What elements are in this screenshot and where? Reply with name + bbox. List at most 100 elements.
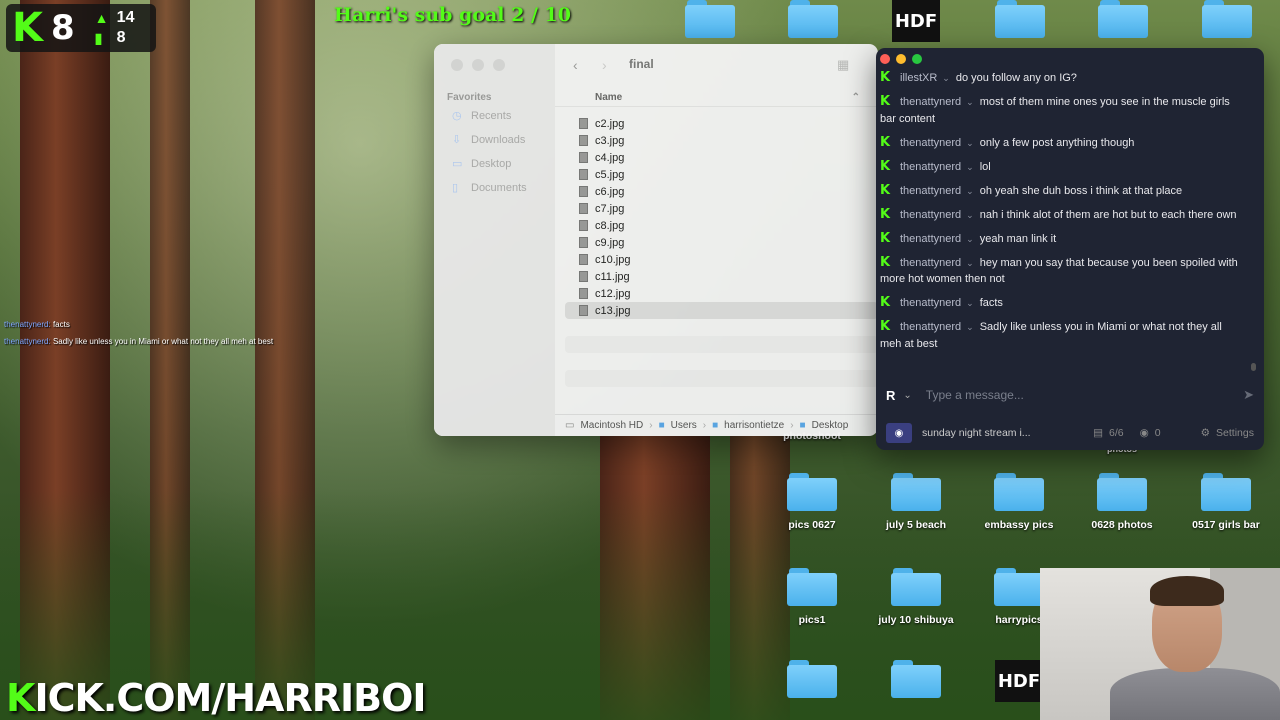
path-item[interactable]: harrisontietze — [724, 420, 784, 431]
chat-username[interactable]: thenattynerd — [900, 96, 961, 108]
file-row[interactable]: c3.jpg — [565, 132, 878, 149]
path-item[interactable]: Desktop — [812, 420, 849, 431]
chat-message: Kthenattynerd ⌄ most of them mine ones you… — [880, 94, 1230, 125]
chat-message: Kthenattynerd ⌄ lol — [880, 158, 991, 174]
sidebar-item-documents[interactable]: ▯ Documents — [452, 181, 527, 195]
desktop-folder-july-5-beach[interactable]: july 5 beach — [866, 473, 966, 531]
desktop-folder[interactable] — [1073, 0, 1173, 46]
folder-icon — [995, 0, 1045, 38]
file-row[interactable]: c6.jpg — [565, 183, 878, 200]
chat-username[interactable]: thenattynerd — [900, 297, 961, 309]
kick-badge-icon: K — [880, 182, 891, 198]
kick-channel-url: K ICK.COM/HARRIBOI — [6, 676, 427, 720]
image-thumbnail-icon — [579, 169, 588, 180]
chat-username[interactable]: thenattynerd — [900, 257, 961, 269]
back-arrow-icon[interactable]: ‹ — [573, 57, 578, 73]
file-row[interactable]: c7.jpg — [565, 200, 878, 217]
chevron-down-icon: ⌄ — [966, 209, 974, 220]
chevron-down-icon: ⌄ — [966, 233, 974, 244]
grid-view-icon[interactable]: ▦ — [837, 57, 849, 73]
path-item[interactable]: Users — [671, 420, 697, 431]
folder-icon — [994, 568, 1044, 606]
minimize-button[interactable] — [896, 54, 906, 64]
chat-username[interactable]: thenattynerd — [900, 233, 961, 245]
stream-title[interactable]: sunday night stream i... — [922, 427, 1031, 439]
sidebar-item-recents[interactable]: ◷ Recents — [452, 109, 511, 123]
folder-icon — [1202, 0, 1252, 38]
desktop-folder-embassy-pics[interactable]: embassy pics — [969, 473, 1069, 531]
desktop-folder-july-10-shibuya[interactable]: july 10 shibuya — [866, 568, 966, 626]
user-avatar[interactable]: R — [886, 388, 895, 403]
kick-chat-window[interactable]: KillestXR ⌄ do you follow any on IG? Kthen… — [876, 48, 1264, 450]
chat-message: Kthenattynerd ⌄ yeah man link it — [880, 230, 1057, 246]
desktop-folder[interactable] — [1177, 0, 1277, 46]
window-controls[interactable] — [880, 54, 922, 64]
column-header-name[interactable]: Name ⌃ — [555, 90, 878, 107]
file-row[interactable]: c5.jpg — [565, 166, 878, 183]
sort-chevron-icon[interactable]: ⌃ — [852, 90, 860, 106]
gear-icon: ⚙ — [1200, 427, 1211, 439]
file-row[interactable]: c11.jpg — [565, 268, 878, 285]
chat-message-input[interactable] — [925, 388, 1244, 402]
folder-icon — [891, 568, 941, 606]
chat-username[interactable]: thenattynerd — [900, 321, 961, 333]
bar-chart-icon: ▮ — [94, 29, 103, 46]
send-icon[interactable]: ➤ — [1243, 387, 1254, 403]
desktop-folder-0628-photos[interactable]: 0628 photos — [1072, 473, 1172, 531]
desktop-folder-pics-0627[interactable]: pics 0627 — [762, 473, 862, 531]
file-row[interactable]: c10.jpg — [565, 251, 878, 268]
chat-username[interactable]: thenattynerd — [900, 185, 961, 197]
download-icon: ⇩ — [452, 134, 462, 146]
file-row-selected[interactable]: c13.jpg — [565, 302, 878, 319]
overlay-chat-line: thenattynerd: facts — [4, 320, 70, 329]
file-row[interactable]: c4.jpg — [565, 149, 878, 166]
chat-username[interactable]: thenattynerd — [900, 137, 961, 149]
hdf-file-icon[interactable]: HDF — [892, 0, 940, 42]
kick-badge-icon: K — [880, 206, 891, 222]
folder-icon: ■ — [799, 420, 806, 431]
path-item[interactable]: Macintosh HD — [580, 420, 643, 431]
chevron-down-icon[interactable]: ⌄ — [903, 390, 911, 401]
desktop-folder[interactable] — [970, 0, 1070, 46]
kick-badge-icon: K — [880, 295, 891, 310]
chevron-down-icon: ⌄ — [966, 257, 974, 268]
finder-folder-title: final — [629, 57, 654, 71]
follower-count: 8 — [51, 8, 75, 48]
file-row[interactable]: c12.jpg — [565, 285, 878, 302]
desktop-folder[interactable] — [866, 660, 966, 706]
file-row[interactable]: c8.jpg — [565, 217, 878, 234]
kick-badge-icon: K — [880, 94, 891, 109]
sidebar-item-downloads[interactable]: ⇩ Downloads — [452, 133, 525, 147]
chat-username[interactable]: thenattynerd — [900, 209, 961, 221]
forward-arrow-icon[interactable]: › — [602, 57, 607, 73]
settings-button[interactable]: ⚙ Settings — [1201, 427, 1254, 439]
close-button[interactable] — [880, 54, 890, 64]
zoom-button[interactable] — [493, 59, 505, 71]
zoom-button[interactable] — [912, 54, 922, 64]
desktop-folder-pics1[interactable]: pics1 — [762, 568, 862, 626]
hdf-file-icon[interactable]: HDF — [995, 660, 1043, 702]
chat-input-bar: R ⌄ ➤ — [876, 376, 1264, 414]
desktop-folder[interactable] — [763, 0, 863, 46]
file-row[interactable]: c2.jpg — [565, 115, 878, 132]
close-button[interactable] — [451, 59, 463, 71]
image-thumbnail-icon — [579, 237, 588, 248]
desktop-folder[interactable] — [762, 660, 862, 706]
desktop-folder-0517-girls-bar[interactable]: 0517 girls bar — [1176, 473, 1276, 531]
desktop-folder[interactable] — [660, 0, 760, 46]
stream-thumbnail[interactable]: ◉ — [886, 423, 912, 443]
finder-window[interactable]: Favorites ◷ Recents ⇩ Downloads ▭ Desktop ▯… — [434, 44, 878, 436]
sidebar-item-desktop[interactable]: ▭ Desktop — [452, 157, 511, 171]
folder-icon: ■ — [658, 420, 665, 431]
chat-username[interactable]: illestXR — [900, 72, 937, 84]
chat-scrollbar[interactable] — [1251, 363, 1256, 371]
file-row[interactable]: c9.jpg — [565, 234, 878, 251]
minimize-button[interactable] — [472, 59, 484, 71]
window-controls[interactable] — [451, 59, 505, 71]
image-thumbnail-icon — [579, 135, 588, 146]
stat-up-count: 14 — [116, 9, 135, 26]
overlay-chat-line: thenattynerd: Sadly like unless you in M… — [4, 337, 274, 346]
folder-icon — [787, 660, 837, 698]
chat-username[interactable]: thenattynerd — [900, 161, 961, 173]
chat-message-list: KillestXR ⌄ do you follow any on IG? Kthen… — [880, 70, 1246, 360]
